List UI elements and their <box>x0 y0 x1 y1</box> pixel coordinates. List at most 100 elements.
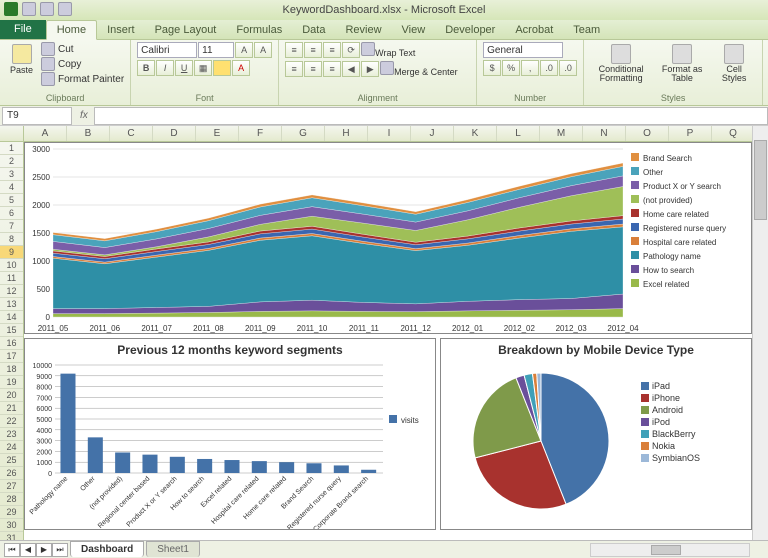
align-middle-button[interactable]: ≡ <box>304 42 322 58</box>
decrease-decimal-button[interactable]: .0 <box>559 60 577 76</box>
col-header[interactable]: E <box>196 126 239 141</box>
tab-home[interactable]: Home <box>46 20 97 40</box>
row-header[interactable]: 20 <box>0 389 23 402</box>
scroll-thumb-h[interactable] <box>651 545 681 555</box>
row-header[interactable]: 27 <box>0 480 23 493</box>
bar-chart[interactable]: Previous 12 months keyword segments 0100… <box>24 338 436 530</box>
col-header[interactable]: I <box>368 126 411 141</box>
row-header[interactable]: 7 <box>0 220 23 233</box>
tab-insert[interactable]: Insert <box>97 21 145 39</box>
row-header[interactable]: 6 <box>0 207 23 220</box>
row-header[interactable]: 5 <box>0 194 23 207</box>
select-all-corner[interactable] <box>0 126 24 141</box>
row-header[interactable]: 16 <box>0 337 23 350</box>
number-format-dropdown[interactable]: General <box>483 42 563 58</box>
currency-button[interactable]: $ <box>483 60 501 76</box>
col-header[interactable]: N <box>583 126 626 141</box>
tab-acrobat[interactable]: Acrobat <box>505 21 563 39</box>
tab-file[interactable]: File <box>0 19 46 39</box>
col-header[interactable]: A <box>24 126 67 141</box>
row-header[interactable]: 19 <box>0 376 23 389</box>
tab-team[interactable]: Team <box>563 21 610 39</box>
row-header[interactable]: 14 <box>0 311 23 324</box>
scroll-thumb[interactable] <box>754 140 767 220</box>
horizontal-scrollbar[interactable] <box>590 543 750 557</box>
row-header[interactable]: 9 <box>0 246 23 259</box>
fill-color-button[interactable] <box>213 60 231 76</box>
cells-area[interactable]: 0500100015002000250030002011_052011_0620… <box>24 142 768 540</box>
tab-formulas[interactable]: Formulas <box>226 21 292 39</box>
increase-indent-button[interactable]: ▶ <box>361 61 379 77</box>
align-bottom-button[interactable]: ≡ <box>323 42 341 58</box>
row-header[interactable]: 11 <box>0 272 23 285</box>
align-right-button[interactable]: ≡ <box>323 61 341 77</box>
cut-button[interactable]: Cut <box>41 42 124 56</box>
orientation-button[interactable]: ⟳ <box>342 42 360 58</box>
sheet-nav-prev[interactable]: ◀ <box>20 543 36 557</box>
sheet-nav-last[interactable]: ⏭ <box>52 543 68 557</box>
col-header[interactable]: F <box>239 126 282 141</box>
row-header[interactable]: 17 <box>0 350 23 363</box>
underline-button[interactable]: U <box>175 60 193 76</box>
col-header[interactable]: J <box>411 126 454 141</box>
row-header[interactable]: 28 <box>0 493 23 506</box>
row-header[interactable]: 15 <box>0 324 23 337</box>
row-header[interactable]: 12 <box>0 285 23 298</box>
bold-button[interactable]: B <box>137 60 155 76</box>
formula-input[interactable] <box>94 107 768 125</box>
row-header[interactable]: 1 <box>0 142 23 155</box>
name-box[interactable]: T9 <box>2 107 72 125</box>
row-header[interactable]: 8 <box>0 233 23 246</box>
format-painter-button[interactable]: Format Painter <box>41 72 124 86</box>
sheet-nav-first[interactable]: ⏮ <box>4 543 20 557</box>
col-header[interactable]: B <box>67 126 110 141</box>
tab-page-layout[interactable]: Page Layout <box>145 21 227 39</box>
col-header[interactable]: O <box>626 126 669 141</box>
col-header[interactable]: L <box>497 126 540 141</box>
redo-icon[interactable] <box>58 2 72 16</box>
align-center-button[interactable]: ≡ <box>304 61 322 77</box>
sheet-tab-sheet1[interactable]: Sheet1 <box>146 541 200 557</box>
tab-data[interactable]: Data <box>292 21 335 39</box>
conditional-formatting-button[interactable]: Conditional Formatting <box>590 42 652 85</box>
row-header[interactable]: 3 <box>0 168 23 181</box>
col-header[interactable]: G <box>282 126 325 141</box>
area-chart[interactable]: 0500100015002000250030002011_052011_0620… <box>24 142 752 334</box>
row-header[interactable]: 4 <box>0 181 23 194</box>
tab-view[interactable]: View <box>392 21 436 39</box>
sheet-nav-next[interactable]: ▶ <box>36 543 52 557</box>
decrease-indent-button[interactable]: ◀ <box>342 61 360 77</box>
row-header[interactable]: 10 <box>0 259 23 272</box>
row-header[interactable]: 22 <box>0 415 23 428</box>
percent-button[interactable]: % <box>502 60 520 76</box>
align-left-button[interactable]: ≡ <box>285 61 303 77</box>
fx-icon[interactable]: fx <box>74 110 94 121</box>
row-header[interactable]: 29 <box>0 506 23 519</box>
col-header[interactable]: Q <box>712 126 755 141</box>
tab-developer[interactable]: Developer <box>435 21 505 39</box>
row-header[interactable]: 23 <box>0 428 23 441</box>
increase-font-button[interactable]: A <box>235 42 253 58</box>
format-as-table-button[interactable]: Format as Table <box>656 42 708 85</box>
row-header[interactable]: 2 <box>0 155 23 168</box>
comma-button[interactable]: , <box>521 60 539 76</box>
row-header[interactable]: 21 <box>0 402 23 415</box>
border-button[interactable]: ▦ <box>194 60 212 76</box>
align-top-button[interactable]: ≡ <box>285 42 303 58</box>
pie-chart[interactable]: Breakdown by Mobile Device Type iPadiPho… <box>440 338 752 530</box>
copy-button[interactable]: Copy <box>41 57 124 71</box>
undo-icon[interactable] <box>40 2 54 16</box>
font-name-dropdown[interactable]: Calibri <box>137 42 197 58</box>
row-header[interactable]: 26 <box>0 467 23 480</box>
row-header[interactable]: 30 <box>0 519 23 532</box>
col-header[interactable]: D <box>153 126 196 141</box>
increase-decimal-button[interactable]: .0 <box>540 60 558 76</box>
save-icon[interactable] <box>22 2 36 16</box>
col-header[interactable]: M <box>540 126 583 141</box>
col-header[interactable]: C <box>110 126 153 141</box>
italic-button[interactable]: I <box>156 60 174 76</box>
merge-center-button[interactable]: Merge & Center <box>380 61 470 78</box>
wrap-text-button[interactable]: Wrap Text <box>361 42 433 59</box>
font-color-button[interactable]: A <box>232 60 250 76</box>
col-header[interactable]: H <box>325 126 368 141</box>
